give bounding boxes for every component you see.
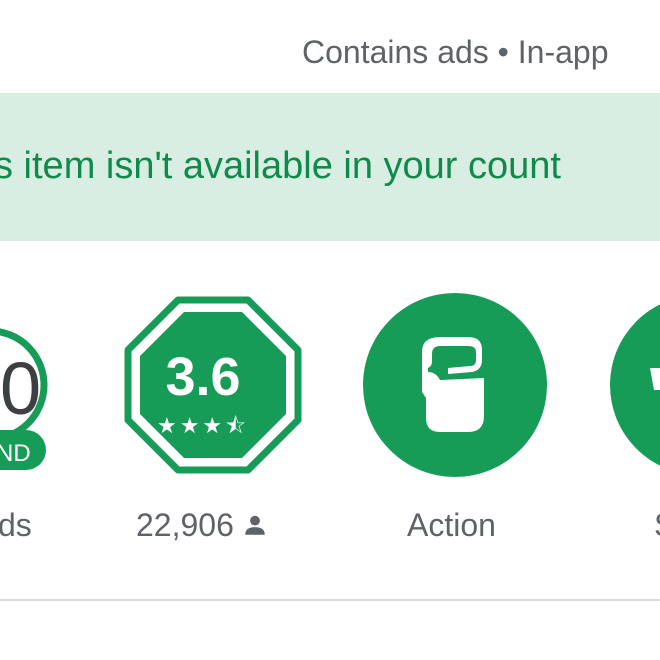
rating-reviews: 22,906: [136, 507, 268, 546]
rating-value: 3.6: [165, 347, 240, 407]
person-icon: [242, 509, 268, 546]
content-rating-badge[interactable]: [610, 295, 660, 475]
downloads-label: ds: [0, 507, 32, 543]
downloads-badge-label: ND: [0, 440, 31, 467]
downloads-badge: 0 ND: [0, 328, 48, 470]
category-label: Action: [407, 507, 496, 543]
rating-badge[interactable]: 3.6 ★★★⯪: [124, 296, 302, 474]
reviews-count: 22,906: [136, 507, 234, 543]
downloads-number: 0: [0, 347, 41, 430]
rating-stars: ★★★⯪: [157, 414, 249, 439]
category-badge[interactable]: [363, 293, 547, 477]
stats-row: 0 ND 3.6 ★★★⯪: [0, 293, 660, 477]
section-divider: [0, 599, 660, 601]
fourth-label: S: [654, 507, 660, 544]
